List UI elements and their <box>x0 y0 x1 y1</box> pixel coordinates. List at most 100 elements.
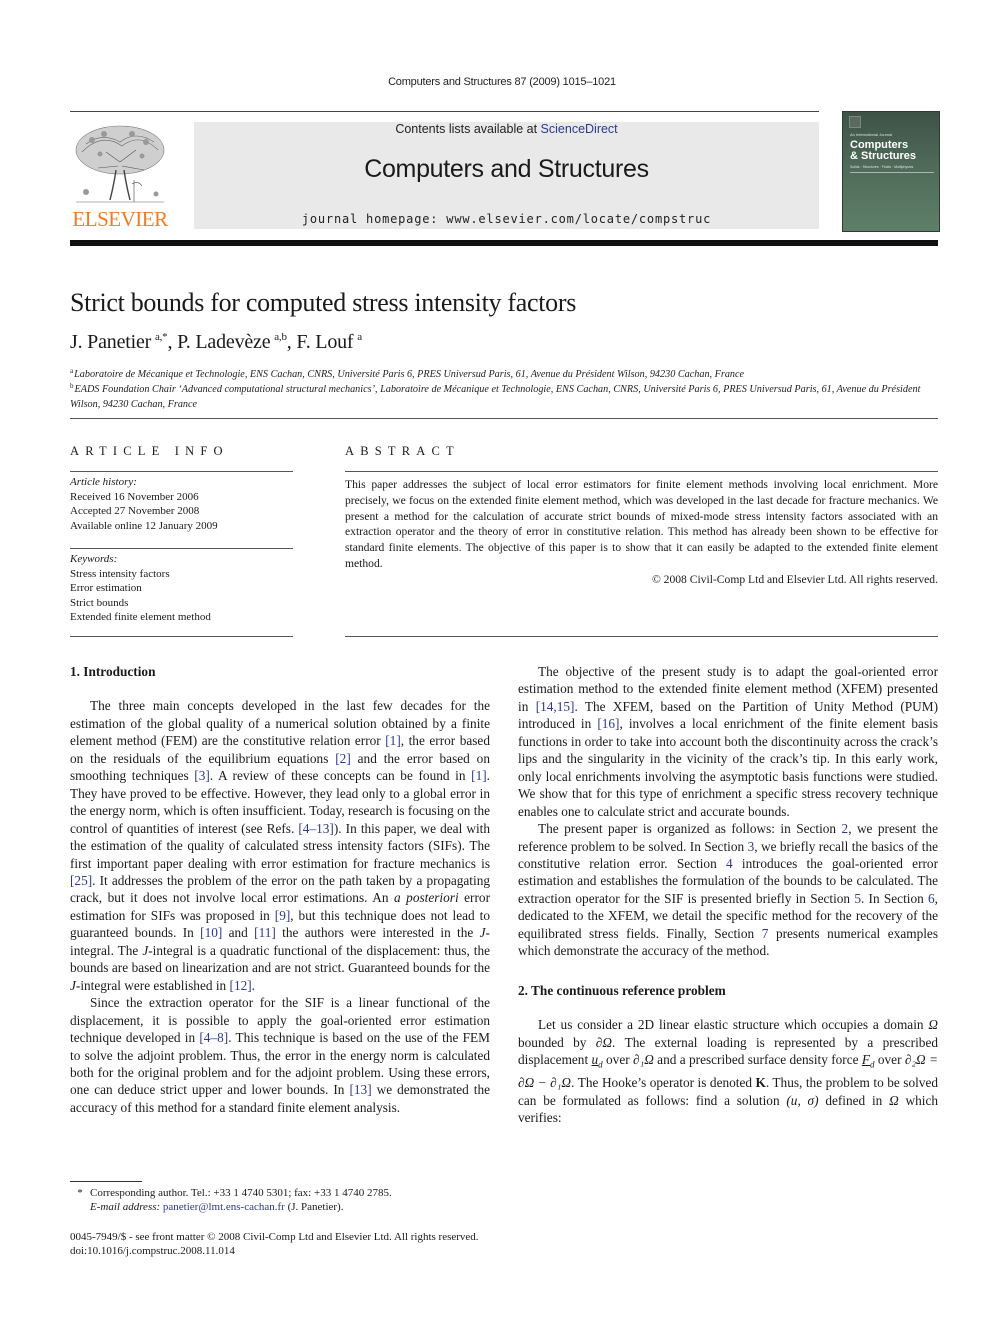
front-matter-copyright: 0045-7949/$ - see front matter © 2008 Ci… <box>70 1231 479 1243</box>
email-link[interactable]: panetier@lmt.ens-cachan.fr <box>163 1201 285 1213</box>
math-symbol: (u, σ) <box>786 1092 819 1108</box>
footnote-rule <box>70 1181 142 1182</box>
cover-logo-icon <box>849 116 861 128</box>
abstract-text: This paper addresses the subject of loca… <box>345 478 938 570</box>
journal-cover-image[interactable]: An International Journal Computers & Str… <box>842 111 940 232</box>
ref-link[interactable]: [10] <box>200 925 222 940</box>
keywords-rule <box>70 548 293 549</box>
author-name[interactable]: F. Louf <box>296 331 353 353</box>
email-suffix: (J. Panetier). <box>284 1201 344 1213</box>
text-run: Let us consider a 2D linear elastic stru… <box>538 1017 929 1033</box>
math-symbol: K <box>755 1075 766 1091</box>
ref-link[interactable]: [11] <box>254 925 276 940</box>
journal-homepage-link[interactable]: journal homepage: www.elsevier.com/locat… <box>194 212 819 226</box>
elsevier-tree-icon <box>75 125 165 203</box>
author-name[interactable]: P. Ladevèze <box>177 331 271 353</box>
history-online: Available online 12 January 2009 <box>70 519 218 532</box>
text-run: . A review of these concepts can be foun… <box>209 768 472 784</box>
article-history-label: Article history: <box>70 476 137 488</box>
elsevier-wordmark: ELSEVIER <box>72 207 168 231</box>
doi-link[interactable]: doi:10.1016/j.compstruc.2008.11.014 <box>70 1244 590 1258</box>
ref-link[interactable]: [2] <box>335 751 351 766</box>
keyword-item: Strict bounds <box>70 596 129 609</box>
article-info-heading: ARTICLE INFO <box>70 444 229 458</box>
math-symbol: F <box>861 1052 871 1068</box>
abstract-bottom-rule <box>345 636 938 637</box>
ref-link[interactable]: [4–8] <box>199 1030 228 1045</box>
math-symbol: Ω <box>928 1017 938 1033</box>
ref-link[interactable]: [14,15] <box>536 699 575 714</box>
keyword-item: Extended finite element method <box>70 611 211 623</box>
footnote-star: * <box>77 1187 83 1199</box>
abstract-heading: ABSTRACT <box>345 444 460 458</box>
journal-masthead: Contents lists available at ScienceDirec… <box>194 122 819 229</box>
italic-run: a posteriori <box>394 890 459 906</box>
body-column-right: The objective of the present study is to… <box>518 663 938 1127</box>
section-heading-reference-problem: 2. The continuous reference problem <box>518 982 726 998</box>
author-name[interactable]: J. Panetier <box>70 331 151 353</box>
cover-subtitle: Solids · Structures · Fluids · Multiphys… <box>850 165 914 169</box>
paragraph-intro-1: The three main concepts developed in the… <box>70 697 490 994</box>
footnote-corresponding: * Corresponding author. Tel.: +33 1 4740 … <box>70 1186 510 1214</box>
corresponding-author-text: Corresponding author. Tel.: +33 1 4740 5… <box>90 1187 392 1199</box>
math-symbol: ∂Ω <box>595 1034 612 1050</box>
ref-link[interactable]: [4–13] <box>298 821 333 836</box>
text-run: , involves a local enrichment of the fin… <box>518 716 938 819</box>
section-link[interactable]: 5 <box>854 891 861 906</box>
abstract-copyright: © 2008 Civil-Comp Ltd and Elsevier Ltd. … <box>651 572 938 586</box>
ref-link[interactable]: [1] <box>385 733 401 748</box>
text-run: and <box>222 925 255 941</box>
ref-link[interactable]: [1] <box>471 768 487 783</box>
keyword-item: Error estimation <box>70 582 142 594</box>
ref-link[interactable]: [13] <box>349 1082 371 1097</box>
body-column-left: 1. Introduction The three main concepts … <box>70 663 490 1116</box>
elsevier-logo[interactable]: ELSEVIER <box>70 122 170 232</box>
ref-link[interactable]: [9] <box>275 908 291 923</box>
text-run: bounded by <box>518 1034 596 1050</box>
author-affil-mark[interactable]: a,b <box>274 331 287 343</box>
text-run: defined in <box>818 1092 890 1108</box>
contents-line: Contents lists available at ScienceDirec… <box>194 122 819 136</box>
text-run: over <box>602 1052 634 1068</box>
history-accepted: Accepted 27 November 2008 <box>70 505 200 517</box>
ref-link[interactable]: [25] <box>70 873 92 888</box>
section-heading-introduction: 1. Introduction <box>70 664 156 679</box>
front-matter: 0045-7949/$ - see front matter © 2008 Ci… <box>70 1230 590 1258</box>
paragraph-sec2-1: Let us consider a 2D linear elastic stru… <box>518 1016 938 1126</box>
header-thick-rule <box>70 240 938 246</box>
article-title: Strict bounds for computed stress intens… <box>70 288 577 317</box>
article-info-bottom-rule <box>70 636 293 637</box>
contents-prefix: Contents lists available at <box>395 122 541 136</box>
ref-link[interactable]: [16] <box>597 716 619 731</box>
text-run: and a prescribed surface density force <box>653 1052 862 1068</box>
cover-title: Computers & Structures <box>850 140 916 162</box>
text-run: the authors were interested in the <box>275 925 480 941</box>
keywords-block: Keywords: Stress intensity factors Error… <box>70 552 293 625</box>
affiliation-mark: b <box>70 382 74 390</box>
affiliation-rule <box>70 418 938 419</box>
author-list: J. Panetier a,*, P. Ladevèze a,b, F. Lou… <box>70 331 362 353</box>
keywords-label: Keywords: <box>70 553 118 565</box>
paragraph-intro-3: The objective of the present study is to… <box>518 663 938 820</box>
history-received: Received 16 November 2006 <box>70 490 199 503</box>
ref-link[interactable]: [3] <box>194 768 210 783</box>
cover-title-line2: & Structures <box>850 150 917 162</box>
author-affil-mark[interactable]: a,* <box>155 331 168 343</box>
math-symbol: ∂₁Ω <box>633 1052 654 1068</box>
text-run: over <box>874 1052 905 1068</box>
cover-tagline: An International Journal <box>850 132 893 137</box>
text-run: . The Hooke’s operator is denoted <box>570 1075 756 1091</box>
author-affil-mark[interactable]: a <box>357 331 362 343</box>
section-link[interactable]: 4 <box>726 856 733 871</box>
journal-name: Computers and Structures <box>364 155 649 183</box>
ref-link[interactable]: [12] <box>230 978 252 993</box>
journal-citation: Computers and Structures 87 (2009) 1015–… <box>388 76 616 88</box>
abstract-rule <box>345 471 938 472</box>
article-info-rule <box>70 471 293 472</box>
section-link[interactable]: 6 <box>928 891 935 906</box>
paragraph-intro-4: The present paper is organized as follow… <box>518 820 938 960</box>
affiliation-mark: a <box>70 367 74 375</box>
affiliation-b: bEADS Foundation Chair ‘Advanced computa… <box>70 379 940 412</box>
article-history: Article history: Received 16 November 20… <box>70 475 293 533</box>
sciencedirect-link[interactable]: ScienceDirect <box>541 122 618 136</box>
